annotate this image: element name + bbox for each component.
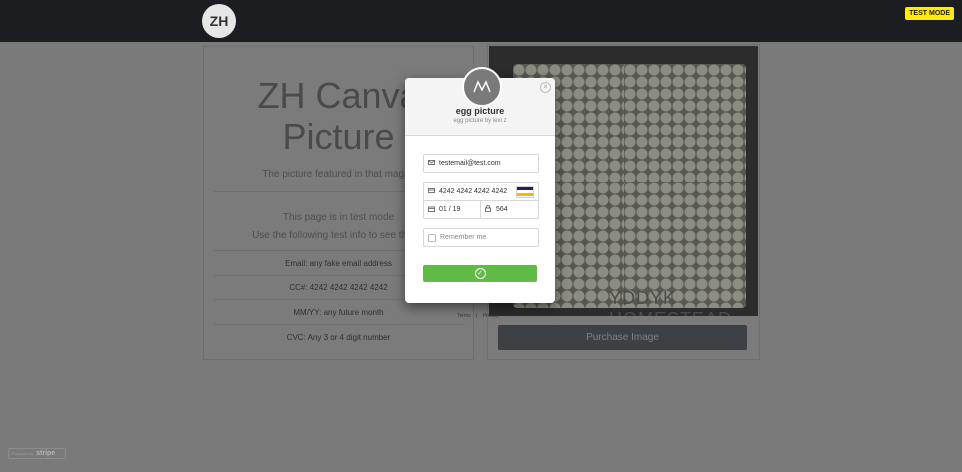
remember-me-label: Remember me (440, 234, 487, 241)
lock-icon (485, 205, 493, 214)
close-icon[interactable]: × (540, 82, 551, 93)
powered-by-stripe-badge[interactable]: Powered by stripe (8, 448, 66, 459)
expiry-value: 01 / 19 (439, 206, 461, 213)
modal-header: × egg picture egg picture by lexi z (405, 67, 555, 136)
test-info-expiry: MM/YY: any future month (293, 308, 384, 317)
expiry-field[interactable]: 01 / 19 (423, 200, 480, 219)
envelope-icon (428, 160, 436, 167)
visa-icon (516, 186, 534, 198)
purchase-image-button[interactable]: Purchase Image (498, 325, 747, 350)
calendar-icon (428, 206, 436, 214)
modal-title: egg picture (455, 106, 505, 116)
cvc-field[interactable]: 564 (480, 200, 539, 219)
logo-mark-icon (473, 80, 491, 93)
site-logo[interactable]: ZH (202, 4, 236, 38)
credit-card-icon (428, 188, 436, 195)
test-mode-badge: TEST MODE (905, 7, 954, 20)
footer-links: Terms | Privacy (457, 313, 503, 319)
divider (214, 324, 463, 325)
email-field[interactable]: testemail@test.com (423, 154, 539, 173)
photo-watermark: YDDYK HOMESTEAD (609, 288, 731, 316)
card-number-field[interactable]: 4242 4242 4242 4242 (423, 182, 539, 200)
checkmark-icon: ✓ (474, 268, 486, 279)
footer-divider: | (476, 313, 478, 319)
terms-link[interactable]: Terms (457, 313, 471, 319)
modal-subtitle: egg picture by lexi z (453, 118, 507, 124)
remember-me-checkbox[interactable] (428, 233, 436, 242)
stripe-logo: stripe (36, 450, 56, 457)
remember-me-toggle[interactable]: Remember me (423, 228, 539, 247)
stripe-checkout-modal: × egg picture egg picture by lexi z test… (405, 67, 555, 303)
cvc-value: 564 (496, 206, 508, 213)
egg-tray (624, 64, 746, 190)
pay-button[interactable]: ✓ (423, 265, 537, 282)
top-navbar: ZH TEST MODE (0, 0, 962, 42)
email-value: testemail@test.com (439, 160, 501, 167)
merchant-logo (462, 67, 502, 107)
card-number-value: 4242 4242 4242 4242 (439, 188, 508, 195)
test-info-cvc: CVC: Any 3 or 4 digit number (286, 333, 391, 342)
privacy-link[interactable]: Privacy (483, 313, 499, 319)
powered-by-label: Powered by (12, 451, 34, 456)
